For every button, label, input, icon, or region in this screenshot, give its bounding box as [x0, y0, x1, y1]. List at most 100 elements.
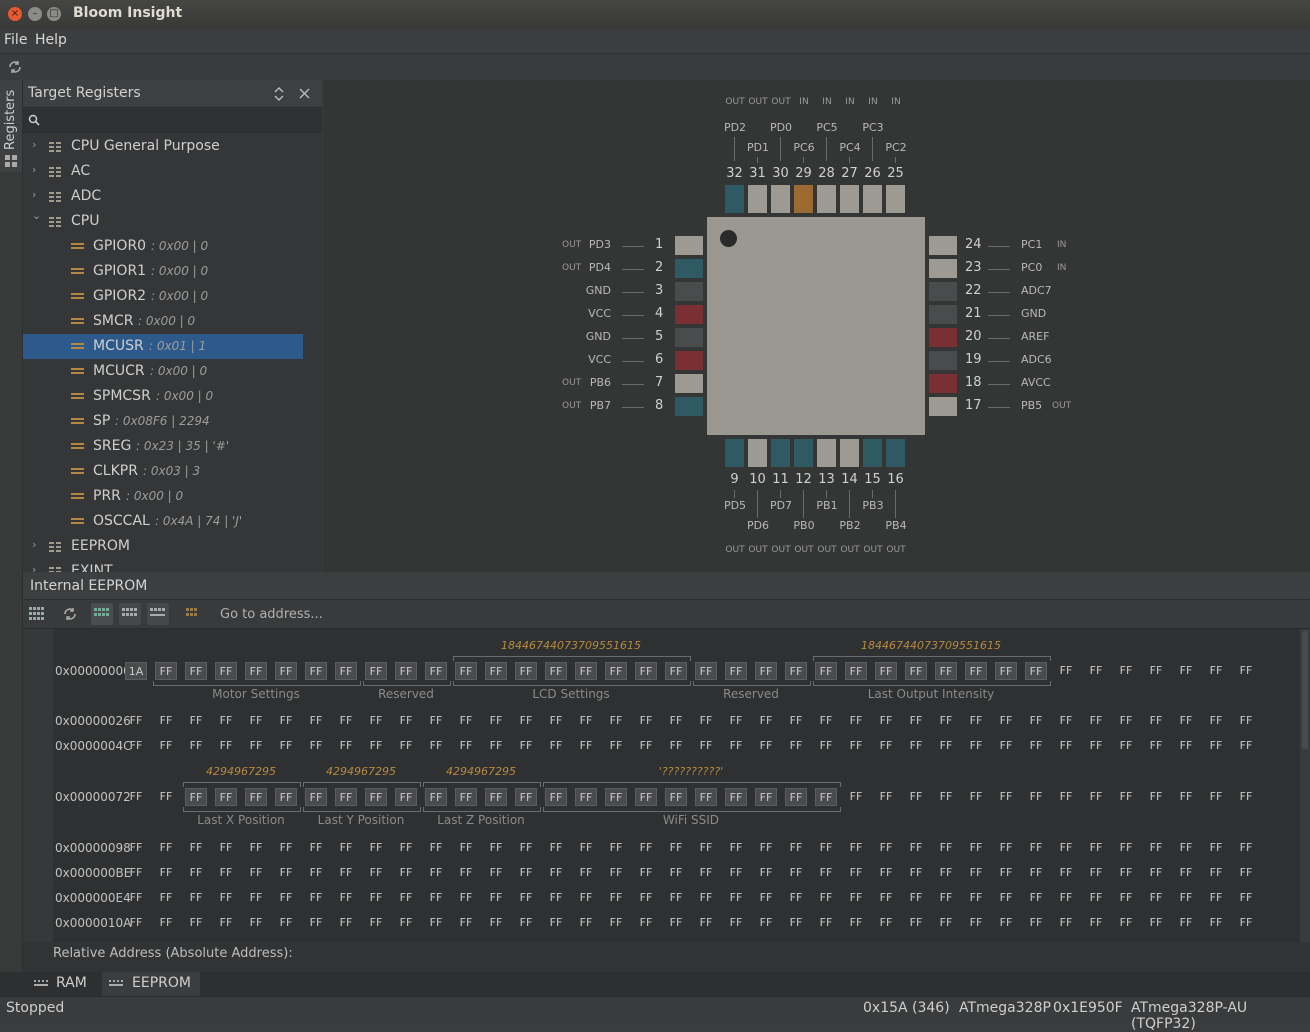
pin-body[interactable]: [863, 185, 882, 213]
hex-byte[interactable]: FF: [635, 737, 657, 755]
register-group-row[interactable]: › ADC: [23, 184, 303, 209]
hex-byte[interactable]: FF: [635, 712, 657, 730]
collapse-expand-icon[interactable]: [273, 87, 285, 101]
hex-byte[interactable]: FF: [245, 737, 267, 755]
hex-byte[interactable]: FF: [635, 788, 657, 806]
hex-byte[interactable]: FF: [1025, 737, 1047, 755]
hex-byte[interactable]: FF: [1175, 788, 1197, 806]
hex-byte[interactable]: FF: [935, 788, 957, 806]
hex-byte[interactable]: FF: [1145, 662, 1167, 680]
hex-byte[interactable]: FF: [365, 889, 387, 907]
hex-byte[interactable]: FF: [455, 864, 477, 882]
pin-body[interactable]: [675, 328, 703, 347]
hex-byte[interactable]: FF: [365, 864, 387, 882]
hex-byte[interactable]: FF: [635, 914, 657, 932]
hex-byte[interactable]: FF: [365, 712, 387, 730]
refresh-eeprom-icon[interactable]: [62, 606, 78, 622]
hex-byte[interactable]: FF: [605, 864, 627, 882]
hex-byte[interactable]: FF: [1025, 712, 1047, 730]
hex-byte[interactable]: FF: [215, 914, 237, 932]
hex-byte[interactable]: FF: [215, 712, 237, 730]
hex-byte[interactable]: FF: [845, 737, 867, 755]
hex-byte[interactable]: FF: [1025, 889, 1047, 907]
hex-byte[interactable]: FF: [335, 864, 357, 882]
hex-byte[interactable]: FF: [905, 737, 927, 755]
pin-body[interactable]: [675, 305, 703, 324]
hex-byte[interactable]: FF: [605, 712, 627, 730]
pin-body[interactable]: [929, 351, 957, 370]
hex-byte[interactable]: FF: [1205, 914, 1227, 932]
hex-byte[interactable]: FF: [935, 737, 957, 755]
hex-byte[interactable]: 1A: [125, 662, 147, 680]
hex-byte[interactable]: FF: [155, 662, 177, 680]
hex-byte[interactable]: FF: [425, 864, 447, 882]
hex-byte[interactable]: FF: [425, 788, 447, 806]
hex-byte[interactable]: FF: [935, 864, 957, 882]
hex-byte[interactable]: FF: [875, 737, 897, 755]
hex-byte[interactable]: FF: [215, 737, 237, 755]
hex-byte[interactable]: FF: [1205, 788, 1227, 806]
hex-byte[interactable]: FF: [155, 737, 177, 755]
hex-byte[interactable]: FF: [245, 712, 267, 730]
pin-body[interactable]: [748, 185, 767, 213]
hex-byte[interactable]: FF: [1025, 864, 1047, 882]
hex-byte[interactable]: FF: [995, 839, 1017, 857]
register-group-row[interactable]: › EXINT: [23, 559, 303, 572]
hex-byte[interactable]: FF: [695, 737, 717, 755]
hex-byte[interactable]: FF: [305, 864, 327, 882]
hex-byte[interactable]: FF: [125, 712, 147, 730]
hex-byte[interactable]: FF: [365, 737, 387, 755]
pin-body[interactable]: [771, 439, 790, 467]
pin-body[interactable]: [817, 185, 836, 213]
hex-byte[interactable]: FF: [755, 839, 777, 857]
hex-byte[interactable]: FF: [365, 914, 387, 932]
hex-byte[interactable]: FF: [515, 864, 537, 882]
hex-byte[interactable]: FF: [785, 737, 807, 755]
hex-byte[interactable]: FF: [665, 788, 687, 806]
hex-byte[interactable]: FF: [965, 737, 987, 755]
hex-byte[interactable]: FF: [275, 712, 297, 730]
hex-byte[interactable]: FF: [425, 889, 447, 907]
hex-byte[interactable]: FF: [815, 914, 837, 932]
hex-byte[interactable]: FF: [725, 839, 747, 857]
maximize-window-button[interactable]: □: [47, 7, 61, 21]
hex-byte[interactable]: FF: [935, 914, 957, 932]
pin-body[interactable]: [863, 439, 882, 467]
tab-eeprom[interactable]: EEPROM: [102, 972, 200, 996]
hex-byte[interactable]: FF: [815, 788, 837, 806]
hex-byte[interactable]: FF: [1115, 864, 1137, 882]
hex-byte[interactable]: FF: [215, 889, 237, 907]
hex-byte[interactable]: FF: [695, 662, 717, 680]
hex-byte[interactable]: FF: [1055, 914, 1077, 932]
hex-byte[interactable]: FF: [845, 788, 867, 806]
hex-byte[interactable]: FF: [275, 737, 297, 755]
hex-byte[interactable]: FF: [245, 914, 267, 932]
hex-byte[interactable]: FF: [1205, 864, 1227, 882]
pin-body[interactable]: [794, 439, 813, 467]
tab-ram[interactable]: RAM: [28, 972, 100, 996]
hex-byte[interactable]: FF: [665, 914, 687, 932]
pin-body[interactable]: [817, 439, 836, 467]
register-row[interactable]: MCUSR: 0x01 | 1: [23, 334, 303, 359]
hex-byte[interactable]: FF: [1175, 914, 1197, 932]
hex-byte[interactable]: FF: [1175, 839, 1197, 857]
hex-byte[interactable]: FF: [935, 889, 957, 907]
hex-byte[interactable]: FF: [725, 889, 747, 907]
hex-byte[interactable]: FF: [905, 889, 927, 907]
hex-byte[interactable]: FF: [605, 914, 627, 932]
hex-byte[interactable]: FF: [725, 864, 747, 882]
hex-byte[interactable]: FF: [1205, 662, 1227, 680]
hex-byte[interactable]: FF: [1145, 889, 1167, 907]
hex-byte[interactable]: FF: [515, 737, 537, 755]
hex-byte[interactable]: FF: [395, 788, 417, 806]
hex-byte[interactable]: FF: [515, 662, 537, 680]
pin-body[interactable]: [886, 439, 905, 467]
hex-byte[interactable]: FF: [575, 788, 597, 806]
register-group-row[interactable]: ⌄ CPU: [23, 209, 303, 234]
register-group-row[interactable]: › CPU General Purpose: [23, 134, 303, 159]
hex-byte[interactable]: FF: [935, 712, 957, 730]
hex-byte[interactable]: FF: [905, 712, 927, 730]
hex-byte[interactable]: FF: [965, 712, 987, 730]
hex-byte[interactable]: FF: [1085, 737, 1107, 755]
close-window-button[interactable]: ×: [8, 7, 22, 21]
